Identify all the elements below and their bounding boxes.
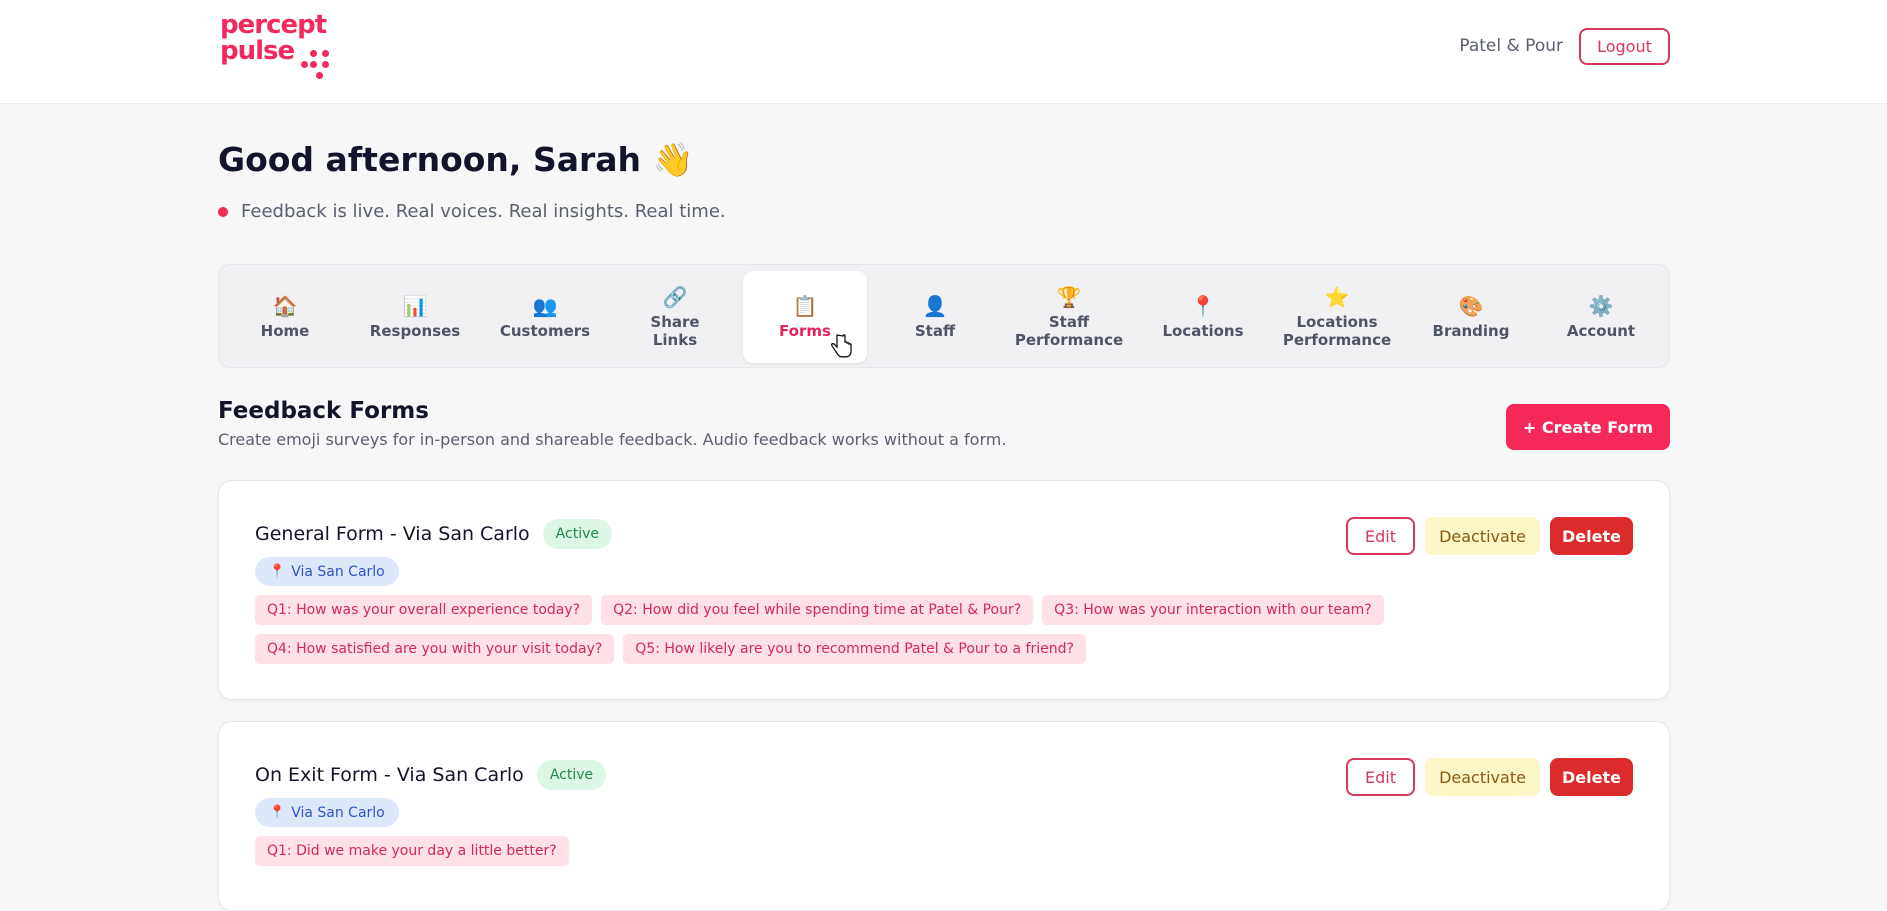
question-chip: Q4: How satisfied are you with your visi… bbox=[255, 634, 615, 664]
top-bar: percept pulse Patel & Pour Logout bbox=[0, 0, 1887, 104]
nav-item-label: Customers bbox=[499, 322, 591, 340]
form-title-row: General Form - Via San Carlo Active bbox=[255, 519, 612, 549]
live-status-text: Feedback is live. Real voices. Real insi… bbox=[241, 201, 726, 222]
question-chip: Q5: How likely are you to recommend Pate… bbox=[623, 634, 1086, 664]
delete-button[interactable]: Delete bbox=[1550, 517, 1633, 555]
delete-button[interactable]: Delete bbox=[1550, 758, 1633, 796]
location-chip: 📍 Via San Carlo bbox=[255, 557, 399, 586]
clipboard-icon: 📋 bbox=[792, 294, 818, 318]
question-row: Q1: How was your overall experience toda… bbox=[255, 595, 1393, 625]
link-icon: 🔗 bbox=[662, 285, 688, 309]
account-name: Patel & Pour bbox=[1459, 36, 1563, 56]
location-label: Via San Carlo bbox=[291, 804, 385, 821]
trophy-icon: 🏆 bbox=[1056, 285, 1082, 309]
live-status: Feedback is live. Real voices. Real insi… bbox=[218, 201, 726, 222]
location-chip: 📍 Via San Carlo bbox=[255, 798, 399, 827]
nav-item-label: Locations Performance bbox=[1282, 313, 1392, 349]
question-chip: Q2: How did you feel while spending time… bbox=[601, 595, 1034, 625]
status-badge: Active bbox=[542, 519, 612, 549]
form-card: General Form - Via San Carlo Active 📍 Via S… bbox=[218, 480, 1670, 700]
deactivate-button[interactable]: Deactivate bbox=[1425, 758, 1540, 796]
pin-icon: 📍 bbox=[269, 564, 286, 579]
bar-chart-icon: 📊 bbox=[402, 294, 428, 318]
greeting-heading: Good afternoon, Sarah 👋 bbox=[218, 140, 694, 180]
nav-item-account[interactable]: ⚙️ Account bbox=[1539, 271, 1663, 363]
question-chip: Q3: How was your interaction with our te… bbox=[1042, 595, 1384, 625]
nav-item-locations[interactable]: 📍 Locations bbox=[1141, 271, 1265, 363]
nav-item-staff-performance[interactable]: 🏆 Staff Performance bbox=[1007, 271, 1131, 363]
nav-item-label: Forms bbox=[779, 322, 831, 340]
nav-item-home[interactable]: 🏠 Home bbox=[223, 271, 347, 363]
logout-button[interactable]: Logout bbox=[1579, 28, 1670, 65]
section-title: Feedback Forms bbox=[218, 398, 429, 424]
home-icon: 🏠 bbox=[272, 294, 298, 318]
waving-hand-icon: 👋 bbox=[652, 140, 694, 179]
deactivate-button[interactable]: Deactivate bbox=[1425, 517, 1540, 555]
live-dot-icon bbox=[218, 206, 228, 217]
form-title[interactable]: On Exit Form - Via San Carlo bbox=[255, 764, 524, 786]
logo-line-1: percept bbox=[220, 10, 327, 40]
pin-icon: 📍 bbox=[1190, 294, 1216, 318]
greeting-text: Good afternoon, Sarah bbox=[218, 140, 642, 179]
form-title[interactable]: General Form - Via San Carlo bbox=[255, 523, 530, 545]
nav-item-branding[interactable]: 🎨 Branding bbox=[1409, 271, 1533, 363]
question-row: Q1: Did we make your day a little better… bbox=[255, 836, 578, 866]
nav-item-label: Home bbox=[260, 322, 310, 340]
nav-item-label: Share Links bbox=[650, 313, 700, 349]
status-badge: Active bbox=[536, 760, 607, 790]
form-actions: Edit Deactivate Delete bbox=[1336, 517, 1633, 555]
edit-button[interactable]: Edit bbox=[1346, 517, 1415, 555]
section-description: Create emoji surveys for in-person and s… bbox=[218, 430, 1007, 449]
form-title-row: On Exit Form - Via San Carlo Active bbox=[255, 760, 607, 790]
star-icon: ⭐ bbox=[1324, 285, 1350, 309]
nav-item-locations-performance[interactable]: ⭐ Locations Performance bbox=[1275, 271, 1399, 363]
pointer-cursor-icon bbox=[831, 334, 852, 358]
edit-button[interactable]: Edit bbox=[1346, 758, 1415, 796]
nav-item-responses[interactable]: 📊 Responses bbox=[353, 271, 477, 363]
main-nav: 🏠 Home 📊 Responses 👥 Customers 🔗 Share Links 📋 Fo… bbox=[218, 264, 1670, 368]
nav-item-label: Staff Performance bbox=[1014, 313, 1124, 349]
nav-item-label: Account bbox=[1566, 322, 1636, 340]
question-chip: Q1: How was your overall experience toda… bbox=[255, 595, 593, 625]
gear-icon: ⚙️ bbox=[1588, 294, 1614, 318]
nav-item-customers[interactable]: 👥 Customers bbox=[483, 271, 607, 363]
nav-item-share-links[interactable]: 🔗 Share Links bbox=[613, 271, 737, 363]
form-actions: Edit Deactivate Delete bbox=[1336, 758, 1633, 796]
create-form-button[interactable]: + Create Form bbox=[1506, 404, 1670, 450]
nav-item-staff[interactable]: 👤 Staff bbox=[873, 271, 997, 363]
nav-item-label: Locations bbox=[1162, 322, 1244, 340]
question-chip: Q1: Did we make your day a little better… bbox=[255, 836, 569, 866]
question-row: Q4: How satisfied are you with your visi… bbox=[255, 634, 1095, 664]
nav-item-label: Staff bbox=[914, 322, 956, 340]
form-card: On Exit Form - Via San Carlo Active 📍 Via S… bbox=[218, 721, 1670, 911]
location-label: Via San Carlo bbox=[291, 563, 385, 580]
nav-item-label: Responses bbox=[369, 322, 461, 340]
users-icon: 👥 bbox=[532, 294, 558, 318]
pin-icon: 📍 bbox=[269, 805, 286, 820]
user-icon: 👤 bbox=[922, 294, 948, 318]
palette-icon: 🎨 bbox=[1458, 294, 1484, 318]
nav-item-label: Branding bbox=[1432, 322, 1510, 340]
logo[interactable]: percept pulse bbox=[220, 12, 340, 82]
